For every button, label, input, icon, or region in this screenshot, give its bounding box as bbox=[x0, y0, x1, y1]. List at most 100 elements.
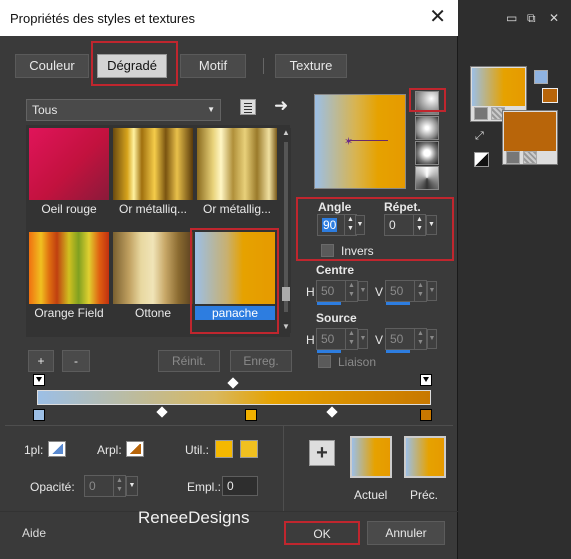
invert-checkbox[interactable] bbox=[321, 244, 334, 257]
small-fg-color-swatch[interactable] bbox=[534, 70, 548, 84]
styles-textures-dialog: Propriétés des styles et textures ✕ Coul… bbox=[0, 0, 458, 559]
gradient-item-or-metallique-1[interactable]: Or métalliq... bbox=[113, 128, 193, 218]
watermark-text: ReneeDesigns bbox=[138, 508, 250, 527]
save-button[interactable]: Enreg. bbox=[230, 350, 292, 372]
gradient-thumbnail bbox=[197, 128, 277, 200]
reset-button[interactable]: Réinit. bbox=[158, 350, 220, 372]
repeat-input[interactable]: 0 ▲ ▼ bbox=[384, 214, 426, 236]
minimize-icon[interactable]: ▭ bbox=[506, 11, 517, 25]
angle-input[interactable]: 90 ▲ ▼ bbox=[317, 214, 357, 236]
util-color-swatch-2[interactable] bbox=[240, 440, 258, 458]
small-bg-color-swatch[interactable] bbox=[542, 88, 558, 103]
category-select[interactable]: Tous ▼ bbox=[26, 99, 221, 121]
gradient-label: Orange Field bbox=[34, 306, 104, 320]
tab-motif[interactable]: Motif bbox=[180, 54, 246, 78]
tab-couleur[interactable]: Couleur bbox=[15, 54, 89, 78]
spinner-arrows-icon[interactable]: ▲ ▼ bbox=[414, 281, 426, 301]
scrollbar-thumb[interactable] bbox=[282, 287, 290, 301]
spinner-arrows-icon[interactable]: ▲ ▼ bbox=[345, 329, 357, 349]
chevron-down-icon[interactable]: ▼ bbox=[358, 329, 368, 349]
opacity-stop-right[interactable] bbox=[420, 374, 432, 386]
repeat-value: 0 bbox=[389, 218, 396, 232]
source-v-input[interactable]: 50 ▲ ▼ bbox=[385, 328, 427, 353]
link-checkbox[interactable] bbox=[318, 355, 331, 368]
chevron-down-icon[interactable]: ▼ bbox=[426, 215, 437, 235]
background-color-swatch[interactable] bbox=[502, 110, 558, 165]
swap-colors-icon[interactable]: ⤢ bbox=[475, 130, 489, 144]
rectangular-style-icon[interactable] bbox=[415, 116, 439, 140]
opacity-input[interactable]: 0 ▲ ▼ bbox=[84, 475, 126, 497]
gradient-thumbnail bbox=[113, 128, 193, 200]
color-stop-right[interactable] bbox=[420, 409, 432, 421]
source-v-slider[interactable] bbox=[386, 350, 410, 353]
previous-gradient-preview[interactable] bbox=[404, 436, 446, 478]
gradient-item-panache[interactable]: panache bbox=[195, 232, 275, 322]
spinner-arrows-icon[interactable]: ▲ ▼ bbox=[413, 215, 425, 235]
help-link[interactable]: Aide bbox=[22, 526, 46, 540]
arpl-swatch[interactable] bbox=[126, 441, 144, 457]
opacity-label: Opacité: bbox=[30, 480, 75, 494]
gradient-editor-bar[interactable] bbox=[37, 390, 431, 405]
cancel-button[interactable]: Annuler bbox=[367, 521, 445, 545]
source-h-slider[interactable] bbox=[317, 350, 341, 353]
sunburst-style-icon[interactable] bbox=[415, 166, 439, 190]
linear-style-icon[interactable] bbox=[415, 91, 439, 115]
ok-button[interactable]: OK bbox=[284, 521, 360, 545]
color-midpoint-right[interactable] bbox=[326, 406, 338, 418]
gradient-thumbnail bbox=[29, 128, 109, 200]
reset-colors-icon[interactable] bbox=[474, 152, 489, 167]
gradient-list-scrollbar[interactable]: ▲ ▼ bbox=[281, 128, 291, 333]
pl-swatch[interactable] bbox=[48, 441, 66, 457]
spinner-arrows-icon[interactable]: ▲ ▼ bbox=[113, 476, 125, 496]
gradient-item-ottone[interactable]: Ottone bbox=[113, 232, 193, 322]
gradient-item-or-metallique-2[interactable]: Or métallig... bbox=[197, 128, 277, 218]
source-h-input[interactable]: 50 ▲ ▼ bbox=[316, 328, 358, 353]
empl-value: 0 bbox=[227, 479, 234, 493]
chevron-down-icon[interactable]: ▼ bbox=[355, 215, 365, 235]
list-view-icon[interactable] bbox=[240, 99, 256, 115]
tab-texture[interactable]: Texture bbox=[275, 54, 347, 78]
chevron-down-icon[interactable]: ▼ bbox=[358, 281, 368, 301]
restore-icon[interactable]: ⧉ bbox=[527, 11, 536, 26]
add-gradient-button[interactable]: + bbox=[28, 350, 54, 372]
color-stop-middle[interactable] bbox=[245, 409, 257, 421]
background-window-titlebar: ▭ ⧉ ✕ bbox=[458, 0, 571, 36]
source-label: Source bbox=[316, 311, 357, 325]
chevron-down-icon[interactable]: ▼ bbox=[427, 329, 437, 349]
center-h-slider[interactable] bbox=[317, 302, 341, 305]
close-icon[interactable]: ✕ bbox=[429, 6, 446, 28]
gradient-preview[interactable]: ✶ bbox=[314, 94, 406, 189]
gradient-thumbnail bbox=[195, 232, 275, 304]
add-to-swatches-button[interactable]: + bbox=[309, 440, 335, 466]
center-h-input[interactable]: 50 ▲ ▼ bbox=[316, 280, 358, 305]
gradient-label: Or métallig... bbox=[202, 202, 271, 216]
close-icon[interactable]: ✕ bbox=[549, 11, 559, 25]
arrow-right-icon[interactable]: ➜ bbox=[274, 96, 288, 116]
invert-label: Invers bbox=[341, 244, 374, 258]
spinner-arrows-icon[interactable]: ▲ ▼ bbox=[345, 281, 357, 301]
chevron-down-icon[interactable]: ▼ bbox=[427, 281, 437, 301]
opacity-value: 0 bbox=[89, 479, 96, 493]
gradient-item-oeil-rouge[interactable]: Oeil rouge bbox=[29, 128, 109, 218]
tab-degrade[interactable]: Dégradé bbox=[97, 54, 167, 78]
opacity-stop-left[interactable] bbox=[33, 374, 45, 386]
util-color-swatch[interactable] bbox=[215, 440, 233, 458]
color-midpoint-left[interactable] bbox=[156, 406, 168, 418]
spinner-arrows-icon[interactable]: ▲ ▼ bbox=[414, 329, 426, 349]
chevron-down-icon: ▼ bbox=[207, 105, 215, 114]
center-h-value: 50 bbox=[321, 284, 335, 298]
color-stop-left[interactable] bbox=[33, 409, 45, 421]
radial-style-icon[interactable] bbox=[415, 141, 439, 165]
center-point-icon[interactable]: ✶ bbox=[344, 135, 353, 148]
chevron-down-icon[interactable]: ▼ bbox=[126, 476, 138, 496]
center-v-value: 50 bbox=[390, 284, 404, 298]
opacity-midpoint[interactable] bbox=[227, 377, 239, 389]
dialog-titlebar: Propriétés des styles et textures ✕ bbox=[0, 0, 458, 36]
gradient-label: Oeil rouge bbox=[41, 202, 97, 216]
remove-gradient-button[interactable]: - bbox=[62, 350, 90, 372]
center-v-slider[interactable] bbox=[386, 302, 410, 305]
empl-input[interactable]: 0 bbox=[222, 476, 258, 496]
pl-label: 1pl: bbox=[24, 443, 44, 457]
gradient-item-orange-field[interactable]: Orange Field bbox=[29, 232, 109, 322]
center-v-input[interactable]: 50 ▲ ▼ bbox=[385, 280, 427, 305]
